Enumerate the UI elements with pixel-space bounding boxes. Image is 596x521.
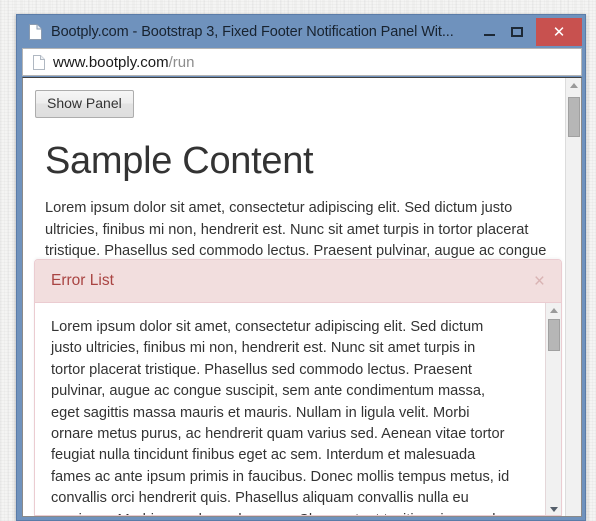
close-icon: ✕ [552, 23, 566, 41]
panel-scrollbar-thumb[interactable] [548, 319, 560, 351]
error-panel-header: Error List × [35, 260, 561, 303]
browser-viewport: Show Panel Sample Content Lorem ipsum do… [22, 77, 582, 517]
page-icon [29, 23, 42, 40]
show-panel-button[interactable]: Show Panel [35, 90, 134, 119]
error-panel-body: Lorem ipsum dolor sit amet, consectetur … [35, 303, 561, 515]
chevron-down-icon [550, 507, 558, 512]
scroll-up-arrow[interactable] [546, 303, 561, 318]
window-title: Bootply.com - Bootstrap 3, Fixed Footer … [51, 23, 454, 40]
scroll-up-arrow[interactable] [566, 78, 581, 93]
maximize-button[interactable] [504, 19, 530, 45]
error-panel: Error List × Lorem ipsum dolor sit amet,… [34, 259, 562, 516]
scroll-down-arrow[interactable] [546, 502, 561, 515]
panel-scrollbar[interactable] [545, 303, 561, 515]
window-title-bar[interactable]: Bootply.com - Bootstrap 3, Fixed Footer … [17, 15, 585, 48]
chevron-up-icon [570, 83, 578, 88]
error-panel-title: Error List [51, 272, 114, 289]
chevron-up-icon [550, 308, 558, 313]
maximize-icon [511, 26, 523, 37]
close-button[interactable]: ✕ [536, 17, 582, 46]
address-bar-url: www.bootply.com/run [53, 54, 194, 71]
browser-scrollbar[interactable] [565, 78, 581, 516]
minimize-icon [483, 34, 495, 36]
error-panel-text: Lorem ipsum dolor sit amet, consectetur … [51, 319, 510, 515]
page-title: Sample Content [45, 140, 314, 183]
address-bar[interactable]: www.bootply.com/run [22, 48, 582, 76]
url-host: www.bootply.com [53, 53, 169, 71]
url-path: /run [168, 53, 195, 71]
browser-window: Bootply.com - Bootstrap 3, Fixed Footer … [16, 14, 586, 521]
close-icon[interactable]: × [532, 272, 547, 291]
page-icon [33, 54, 45, 70]
browser-scrollbar-thumb[interactable] [568, 97, 580, 137]
minimize-button[interactable] [476, 19, 502, 45]
